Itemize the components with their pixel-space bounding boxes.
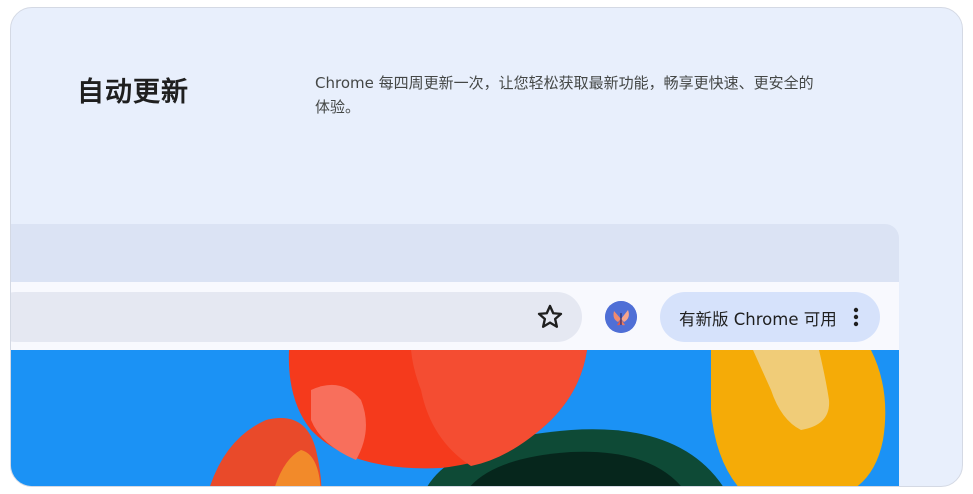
page-content-illustration	[11, 350, 899, 486]
update-chrome-label: 有新版 Chrome 可用	[679, 310, 837, 329]
vertical-dots-icon	[850, 306, 862, 328]
address-bar[interactable]	[11, 292, 582, 342]
feature-card: 自动更新 Chrome 每四周更新一次，让您轻松获取最新功能，畅享更快速、更安全…	[10, 7, 963, 487]
profile-avatar[interactable]	[605, 301, 637, 333]
bookmark-star-icon[interactable]	[535, 302, 565, 332]
browser-toolbar: 有新版 Chrome 可用	[11, 282, 899, 350]
update-chrome-button[interactable]: 有新版 Chrome 可用	[660, 292, 880, 342]
butterfly-icon	[605, 301, 637, 333]
feature-description: Chrome 每四周更新一次，让您轻松获取最新功能，畅享更快速、更安全的体验。	[315, 74, 814, 116]
browser-mockup: 有新版 Chrome 可用	[11, 224, 899, 486]
feature-title: 自动更新	[77, 77, 189, 108]
flowers-illustration	[11, 350, 899, 486]
